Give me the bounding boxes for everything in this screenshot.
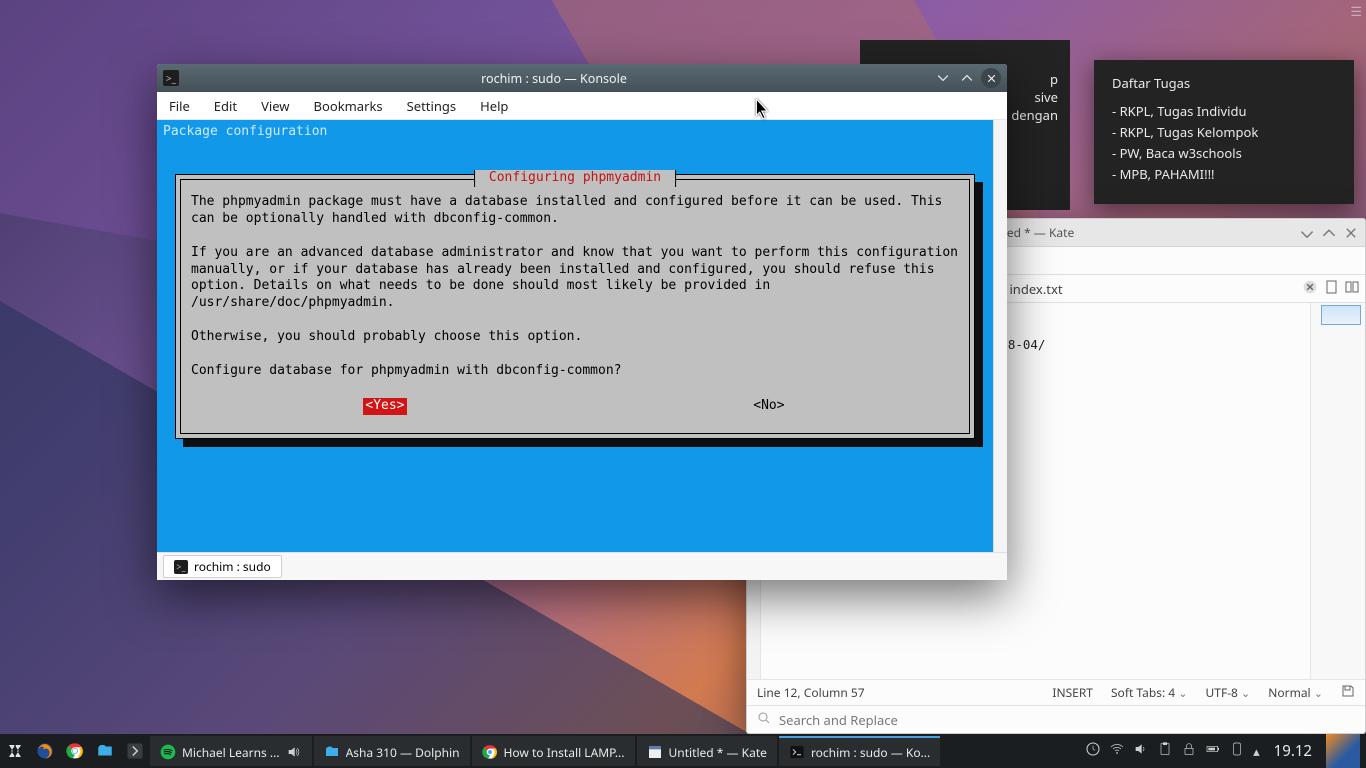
taskbar-task-konsole[interactable]: rochim : sudo — Ko... bbox=[779, 736, 940, 766]
debconf-dialog: Configuring phpmyadmin The phpmyadmin pa… bbox=[175, 174, 975, 439]
volume-tray-icon[interactable] bbox=[1133, 741, 1149, 761]
task-label: rochim : sudo — Ko... bbox=[811, 744, 930, 761]
close-button[interactable] bbox=[981, 68, 1001, 88]
firefox-launcher-icon[interactable] bbox=[30, 734, 60, 768]
maximize-button[interactable] bbox=[957, 68, 977, 88]
konsole-tab-label: rochim : sudo bbox=[194, 558, 271, 575]
minimize-button[interactable] bbox=[1299, 225, 1315, 241]
volume-icon bbox=[286, 744, 302, 760]
konsole-tabbar: >_ rochim : sudo bbox=[157, 552, 1007, 580]
kdeconnect-icon[interactable] bbox=[1229, 741, 1245, 761]
wifi-icon[interactable] bbox=[1109, 741, 1125, 761]
menu-bookmarks[interactable]: Bookmarks bbox=[314, 97, 383, 115]
panel-taskbar: Michael Learns ... Asha 310 — Dolphin Ho… bbox=[0, 734, 1366, 768]
status-edit-mode[interactable]: INSERT bbox=[1052, 684, 1093, 701]
sticky-note-widget[interactable]: Daftar Tugas - RKPL, Tugas Individu - RK… bbox=[1094, 60, 1354, 204]
menu-view[interactable]: View bbox=[261, 97, 289, 115]
minimap-viewport[interactable] bbox=[1321, 305, 1361, 325]
maximize-button[interactable] bbox=[1321, 225, 1337, 241]
tray-expand-icon[interactable]: ▴ bbox=[1253, 742, 1260, 760]
terminal-scrollbar[interactable] bbox=[993, 120, 1007, 552]
menu-settings[interactable]: Settings bbox=[407, 97, 456, 115]
sticky-note-item: - RKPL, Tugas Kelompok bbox=[1112, 123, 1336, 141]
terminal-area[interactable]: Package configuration Configuring phpmya… bbox=[157, 120, 993, 552]
status-indent[interactable]: Soft Tabs: 4 ⌄ bbox=[1111, 684, 1188, 701]
chrome-launcher-icon[interactable] bbox=[60, 734, 90, 768]
split-view-icon[interactable] bbox=[1345, 280, 1359, 298]
close-button[interactable] bbox=[1343, 225, 1359, 241]
new-document-icon[interactable] bbox=[1325, 280, 1339, 298]
search-icon bbox=[757, 711, 771, 729]
clock[interactable]: 19.12 bbox=[1268, 741, 1318, 761]
taskbar-task-kate[interactable]: Untitled * — Kate bbox=[637, 736, 777, 766]
sticky-note-item: - PW, Baca w3schools bbox=[1112, 144, 1336, 162]
dialog-body-text: The phpmyadmin package must have a datab… bbox=[191, 194, 959, 380]
task-label: Michael Learns ... bbox=[182, 744, 280, 761]
sticky-note-item: - MPB, PAHAMI!!! bbox=[1112, 165, 1336, 183]
tab-close-icon[interactable] bbox=[1303, 280, 1317, 298]
show-desktop-button[interactable] bbox=[1326, 734, 1360, 768]
terminal-icon: >_ bbox=[174, 560, 188, 574]
task-label: Asha 310 — Dolphin bbox=[346, 744, 460, 761]
dialog-yes-button[interactable]: <Yes> bbox=[363, 398, 406, 415]
kate-statusbar: Line 12, Column 57 INSERT Soft Tabs: 4 ⌄… bbox=[747, 679, 1365, 705]
menu-help[interactable]: Help bbox=[480, 97, 508, 115]
terminal-icon: >_ bbox=[163, 70, 179, 86]
menu-file[interactable]: File bbox=[169, 97, 190, 115]
sticky-note-item: - RKPL, Tugas Individu bbox=[1112, 102, 1336, 120]
status-cursor-position[interactable]: Line 12, Column 57 bbox=[757, 684, 865, 701]
dolphin-launcher-icon[interactable] bbox=[90, 734, 120, 768]
konsole-tab[interactable]: >_ rochim : sudo bbox=[163, 555, 282, 578]
kickoff-launcher-icon[interactable] bbox=[0, 734, 30, 768]
taskbar-task-chrome[interactable]: How to Install LAMP... bbox=[472, 736, 635, 766]
konsole-titlebar[interactable]: >_ rochim : sudo — Konsole bbox=[157, 64, 1007, 92]
konsole-window-title: rochim : sudo — Konsole bbox=[179, 70, 929, 87]
menu-edit[interactable]: Edit bbox=[214, 97, 237, 115]
lock-icon[interactable] bbox=[1181, 741, 1197, 761]
package-configuration-header: Package configuration bbox=[157, 120, 993, 141]
panel-menu-icon[interactable]: ☰ bbox=[1350, 2, 1362, 20]
clipboard-icon[interactable] bbox=[1157, 741, 1173, 761]
konsole-window[interactable]: >_ rochim : sudo — Konsole File Edit Vie… bbox=[157, 64, 1007, 580]
updates-icon[interactable] bbox=[1085, 741, 1101, 761]
task-label: Untitled * — Kate bbox=[669, 744, 767, 761]
taskbar-task-spotify[interactable]: Michael Learns ... bbox=[150, 736, 312, 766]
system-tray: ▴ 19.12 bbox=[1085, 734, 1366, 768]
kate-search-bar[interactable]: Search and Replace bbox=[747, 705, 1365, 733]
status-highlight-mode[interactable]: Normal ⌄ bbox=[1268, 684, 1323, 701]
status-encoding[interactable]: UTF-8 ⌄ bbox=[1206, 684, 1251, 701]
sticky-note-title: Daftar Tugas bbox=[1112, 74, 1336, 92]
forward-launcher-icon[interactable] bbox=[120, 734, 150, 768]
minimize-button[interactable] bbox=[933, 68, 953, 88]
save-icon[interactable] bbox=[1341, 684, 1355, 702]
taskbar-task-dolphin[interactable]: Asha 310 — Dolphin bbox=[314, 736, 470, 766]
battery-icon[interactable] bbox=[1205, 741, 1221, 761]
task-label: How to Install LAMP... bbox=[504, 744, 625, 761]
dialog-title: Configuring phpmyadmin bbox=[474, 170, 676, 187]
konsole-menubar: File Edit View Bookmarks Settings Help bbox=[157, 92, 1007, 120]
search-placeholder[interactable]: Search and Replace bbox=[779, 711, 898, 729]
dialog-no-button[interactable]: <No> bbox=[751, 398, 786, 415]
kate-minimap[interactable] bbox=[1310, 303, 1365, 679]
